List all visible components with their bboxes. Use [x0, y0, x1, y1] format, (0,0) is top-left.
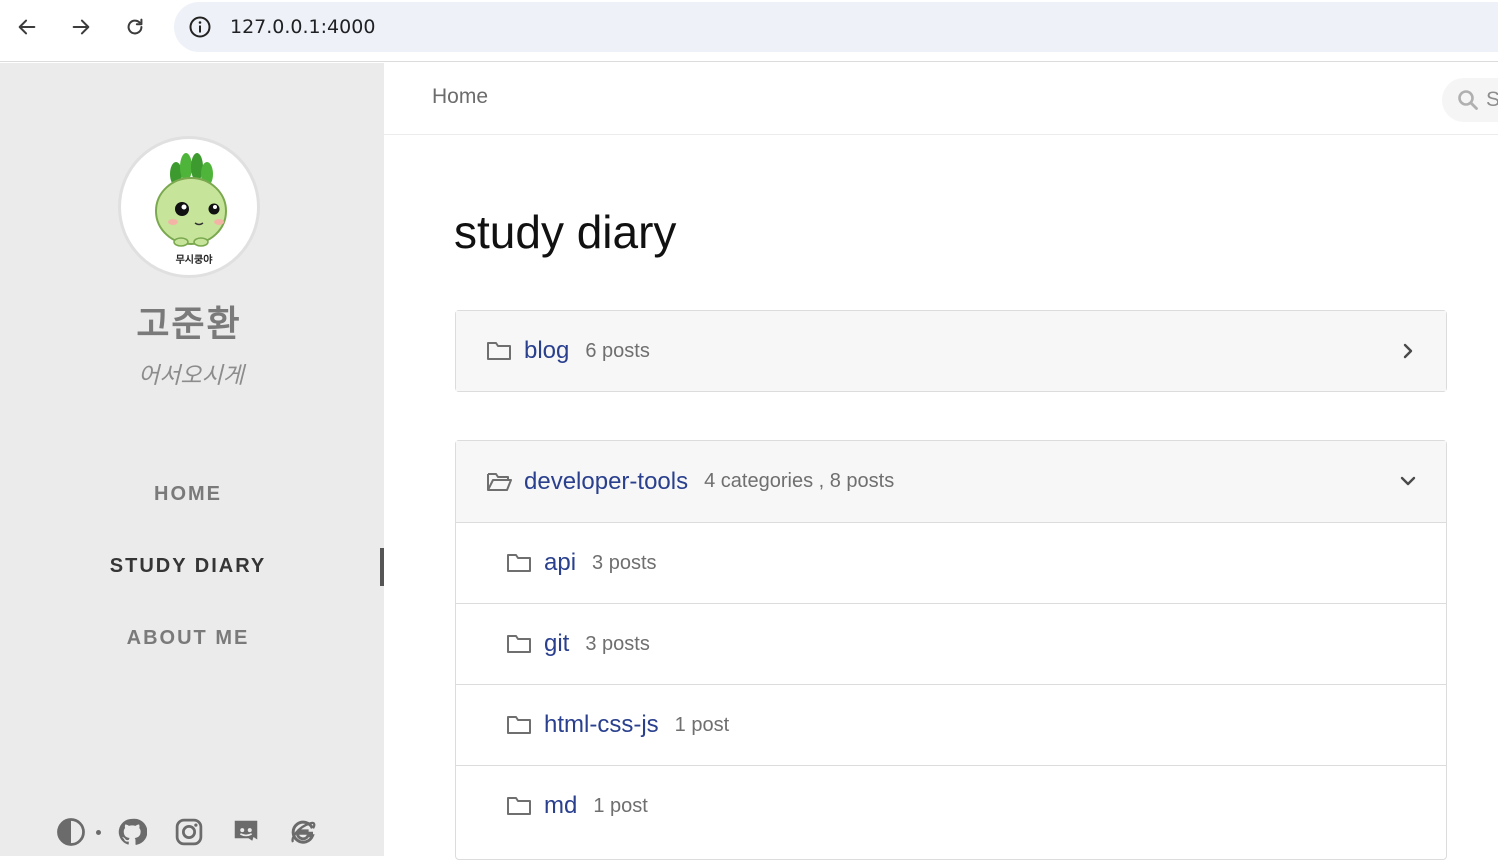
- theme-toggle-button[interactable]: [54, 815, 88, 849]
- theme-toggle-icon: [57, 818, 85, 846]
- category-link-blog[interactable]: blog: [524, 337, 569, 365]
- folder-icon: [487, 342, 511, 360]
- subcategory-link-html-css-js[interactable]: html-css-js: [544, 711, 659, 739]
- search-placeholder: S: [1486, 88, 1498, 111]
- category-card: developer-tools 4 categories , 8 posts a…: [455, 440, 1447, 860]
- instagram-icon: [175, 818, 203, 846]
- folder-icon: [507, 797, 531, 815]
- footer-separator-dot: [96, 829, 101, 835]
- subcategory-link-git[interactable]: git: [544, 630, 569, 658]
- subcategory-link-api[interactable]: api: [544, 549, 576, 577]
- chevron-right-icon[interactable]: [1398, 341, 1418, 361]
- chevron-down-icon[interactable]: [1398, 471, 1418, 491]
- discord-icon: [234, 820, 258, 841]
- subcategory-item[interactable]: api 3 posts: [456, 522, 1446, 603]
- site-info-icon[interactable]: [188, 15, 212, 39]
- sidebar-footer: [54, 815, 343, 849]
- site-title[interactable]: 고준환: [0, 295, 378, 347]
- page-title: study diary: [454, 206, 677, 258]
- site-subtitle: 어서오시게: [138, 363, 244, 389]
- url-text: 127.0.0.1:4000: [230, 16, 376, 38]
- discord-link[interactable]: [229, 815, 263, 849]
- reload-icon: [127, 18, 143, 35]
- avatar-caption: 무시쿵야: [176, 253, 214, 266]
- sidebar: 무시쿵야 고준환 어서오시게 HOME STUDY DIARY ABOUT ME: [0, 63, 384, 856]
- internet-explorer-icon: [291, 820, 316, 844]
- breadcrumb[interactable]: Home: [432, 85, 488, 109]
- github-icon: [118, 818, 147, 845]
- subcategory-count: 3 posts: [592, 551, 657, 574]
- address-bar[interactable]: 127.0.0.1:4000: [174, 2, 1498, 52]
- category-card: blog 6 posts: [455, 310, 1447, 392]
- back-button[interactable]: [8, 8, 46, 46]
- folder-icon: [507, 554, 531, 572]
- forward-button[interactable]: [62, 8, 100, 46]
- subcategory-count: 1 post: [593, 794, 648, 817]
- subcategory-item[interactable]: html-css-js 1 post: [456, 684, 1446, 765]
- sidebar-item-study-diary[interactable]: STUDY DIARY: [0, 530, 384, 602]
- sidebar-item-home[interactable]: HOME: [0, 458, 384, 530]
- folder-icon: [507, 716, 531, 734]
- category-count: 4 categories , 8 posts: [704, 470, 895, 492]
- reload-button[interactable]: [116, 8, 154, 46]
- browser-toolbar: 127.0.0.1:4000: [0, 0, 1498, 62]
- category-header[interactable]: developer-tools 4 categories , 8 posts: [456, 441, 1446, 522]
- search-icon: [1458, 90, 1478, 110]
- arrow-left-icon: [18, 19, 36, 35]
- folder-open-icon: [487, 472, 512, 491]
- search-input[interactable]: S: [1442, 78, 1498, 122]
- subcategory-item[interactable]: git 3 posts: [456, 603, 1446, 684]
- github-link[interactable]: [115, 815, 149, 849]
- top-bar: Home S: [384, 63, 1498, 135]
- category-header[interactable]: blog 6 posts: [456, 311, 1446, 391]
- category-link-developer-tools[interactable]: developer-tools: [524, 468, 688, 496]
- instagram-link[interactable]: [172, 815, 206, 849]
- folder-icon: [507, 635, 531, 653]
- subcategory-count: 1 post: [674, 713, 730, 736]
- arrow-right-icon: [72, 19, 90, 35]
- category-count: 6 posts: [585, 339, 650, 362]
- internet-explorer-link[interactable]: [286, 815, 320, 849]
- subcategory-item[interactable]: md 1 post: [456, 765, 1446, 846]
- subcategory-count: 3 posts: [585, 632, 650, 655]
- sidebar-item-about-me[interactable]: ABOUT ME: [0, 602, 384, 674]
- avatar-image: 무시쿵야: [155, 153, 227, 266]
- sidebar-nav: HOME STUDY DIARY ABOUT ME: [0, 458, 384, 674]
- avatar[interactable]: 무시쿵야: [118, 136, 260, 278]
- subcategory-link-md[interactable]: md: [544, 792, 577, 820]
